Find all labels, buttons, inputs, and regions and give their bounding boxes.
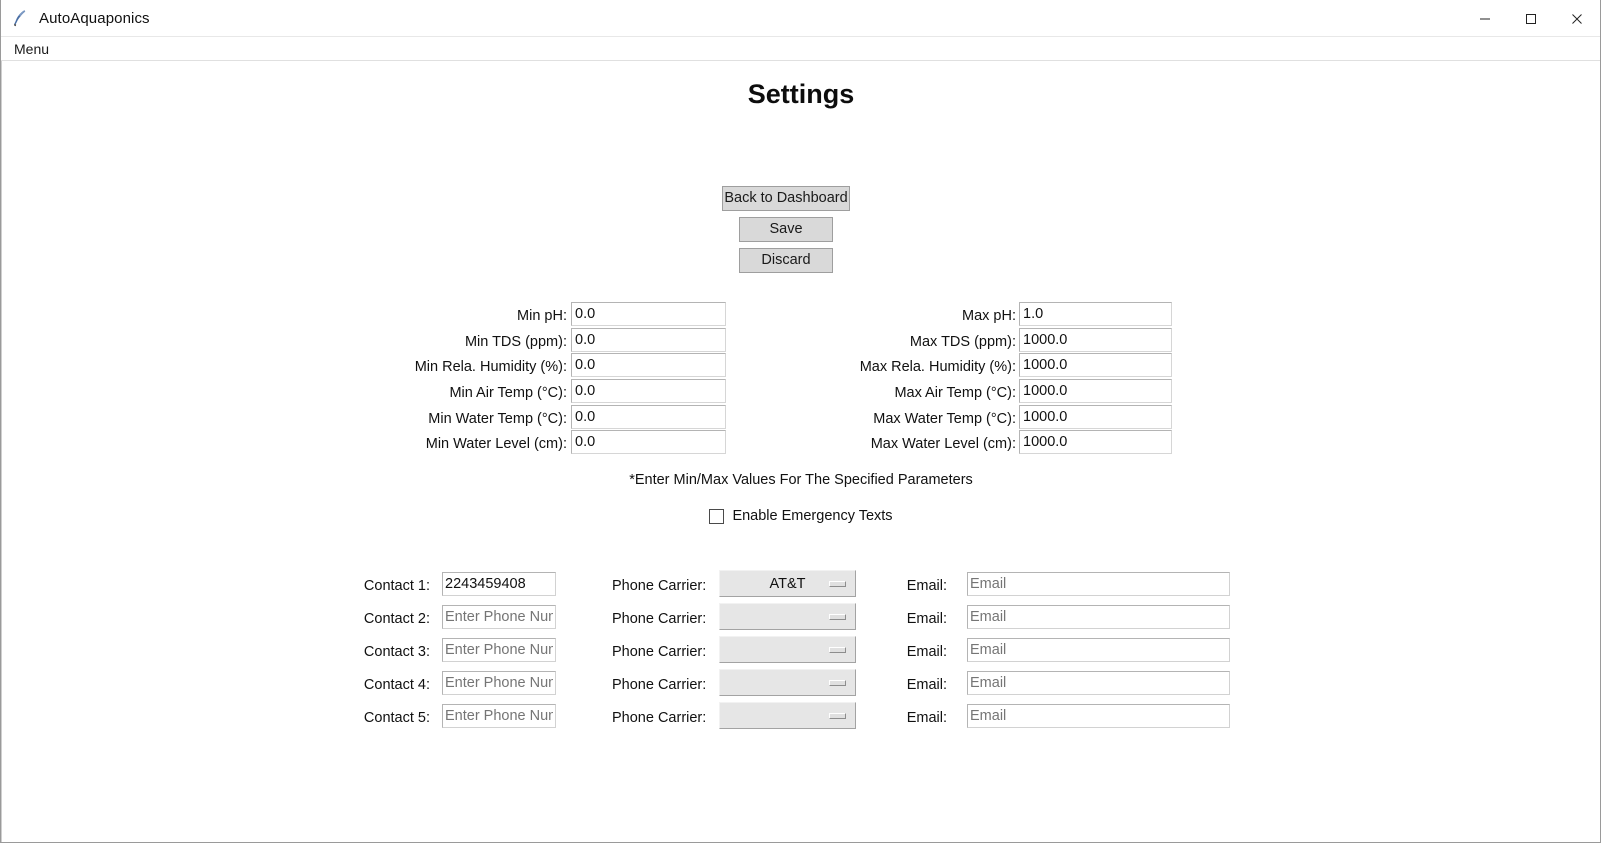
max-humidity-label: Max Rela. Humidity (%): <box>859 359 1016 375</box>
contact-4-email-label: Email: <box>906 677 947 693</box>
min-tds-label: Min TDS (ppm): <box>464 334 567 350</box>
contact-1-carrier-value: AT&T <box>769 575 806 592</box>
max-water-level-input[interactable] <box>1019 430 1172 454</box>
contact-4-phone-input[interactable] <box>442 671 556 695</box>
min-air-temp-input[interactable] <box>571 379 726 403</box>
contact-5-email-label: Email: <box>906 710 947 726</box>
contact-4-email-input[interactable] <box>967 671 1230 695</box>
minmax-note: *Enter Min/Max Values For The Specified … <box>629 472 973 488</box>
max-water-level-label: Max Water Level (cm): <box>870 436 1016 452</box>
min-air-temp-label: Min Air Temp (°C): <box>449 385 567 401</box>
checkbox-icon[interactable] <box>709 508 725 524</box>
app-window: AutoAquaponics Menu Settings Back to Das… <box>0 0 1601 843</box>
max-air-temp-input[interactable] <box>1019 379 1172 403</box>
enable-emergency-texts-label: Enable Emergency Texts <box>732 508 893 524</box>
contact-3-email-label: Email: <box>906 644 947 660</box>
max-tds-label: Max TDS (ppm): <box>909 334 1016 350</box>
dropdown-indicator-icon <box>829 613 846 620</box>
dropdown-indicator-icon <box>829 646 846 653</box>
discard-button[interactable]: Discard <box>739 248 833 273</box>
contact-2-label: Contact 2: <box>363 611 430 627</box>
max-ph-input[interactable] <box>1019 302 1172 326</box>
min-humidity-input[interactable] <box>571 353 726 377</box>
feather-icon <box>9 7 31 29</box>
max-tds-input[interactable] <box>1019 328 1172 352</box>
max-air-temp-label: Max Air Temp (°C): <box>894 385 1016 401</box>
max-ph-label: Max pH: <box>962 308 1016 324</box>
dropdown-indicator-icon <box>829 712 846 719</box>
page-title: Settings <box>747 79 855 109</box>
min-humidity-label: Min Rela. Humidity (%): <box>414 359 567 375</box>
max-water-temp-input[interactable] <box>1019 405 1172 429</box>
contact-3-carrier-dropdown[interactable] <box>719 636 856 663</box>
contact-3-label: Contact 3: <box>363 644 430 660</box>
settings-page: Settings Back to Dashboard Save Discard … <box>1 61 1600 842</box>
contact-1-phone-input[interactable] <box>442 572 556 596</box>
contact-1-carrier-dropdown[interactable]: AT&T <box>719 570 856 597</box>
contact-3-phone-input[interactable] <box>442 638 556 662</box>
contact-2-phone-input[interactable] <box>442 605 556 629</box>
contact-2-carrier-dropdown[interactable] <box>719 603 856 630</box>
min-water-level-label: Min Water Level (cm): <box>425 436 567 452</box>
contact-4-carrier-dropdown[interactable] <box>719 669 856 696</box>
min-ph-input[interactable] <box>571 302 726 326</box>
contact-1-email-label: Email: <box>906 578 947 594</box>
min-water-level-input[interactable] <box>571 430 726 454</box>
min-water-temp-input[interactable] <box>571 405 726 429</box>
window-controls <box>1462 0 1600 37</box>
min-water-temp-label: Min Water Temp (°C): <box>428 411 567 427</box>
menu-item-menu[interactable]: Menu <box>10 40 53 58</box>
save-button[interactable]: Save <box>739 217 833 242</box>
contact-1-carrier-label: Phone Carrier: <box>612 578 707 594</box>
min-ph-label: Min pH: <box>517 308 567 324</box>
contact-5-label: Contact 5: <box>363 710 430 726</box>
minimize-button[interactable] <box>1462 0 1508 37</box>
contact-1-email-input[interactable] <box>967 572 1230 596</box>
contact-5-email-input[interactable] <box>967 704 1230 728</box>
max-humidity-input[interactable] <box>1019 353 1172 377</box>
max-water-temp-label: Max Water Temp (°C): <box>873 411 1016 427</box>
enable-emergency-texts-row[interactable]: Enable Emergency Texts <box>2 508 1600 524</box>
back-to-dashboard-button[interactable]: Back to Dashboard <box>722 186 850 211</box>
contact-5-carrier-label: Phone Carrier: <box>612 710 707 726</box>
contact-4-label: Contact 4: <box>363 677 430 693</box>
close-button[interactable] <box>1554 0 1600 37</box>
maximize-button[interactable] <box>1508 0 1554 37</box>
dropdown-indicator-icon <box>829 580 846 587</box>
window-title: AutoAquaponics <box>39 9 150 27</box>
contact-2-email-input[interactable] <box>967 605 1230 629</box>
contact-5-phone-input[interactable] <box>442 704 556 728</box>
menu-bar: Menu <box>1 37 1600 61</box>
dropdown-indicator-icon <box>829 679 846 686</box>
contact-1-label: Contact 1: <box>363 578 430 594</box>
title-bar: AutoAquaponics <box>1 0 1600 37</box>
min-tds-input[interactable] <box>571 328 726 352</box>
contact-2-carrier-label: Phone Carrier: <box>612 611 707 627</box>
contact-4-carrier-label: Phone Carrier: <box>612 677 707 693</box>
contact-5-carrier-dropdown[interactable] <box>719 702 856 729</box>
contact-2-email-label: Email: <box>906 611 947 627</box>
contact-3-carrier-label: Phone Carrier: <box>612 644 707 660</box>
contact-3-email-input[interactable] <box>967 638 1230 662</box>
